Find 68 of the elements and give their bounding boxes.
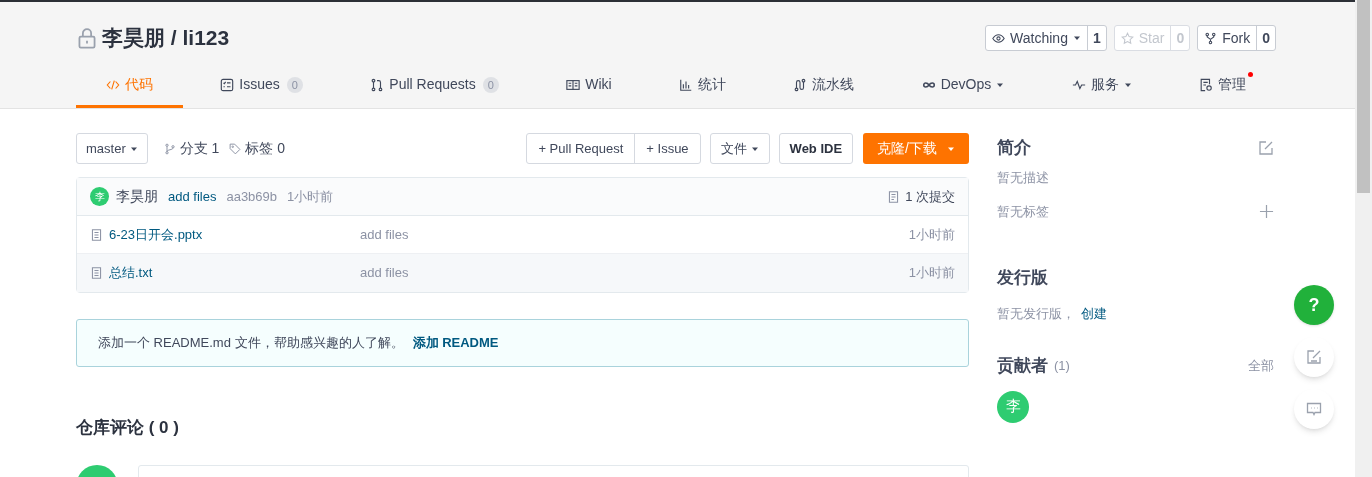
file-dropdown[interactable]: 文件 — [709, 133, 770, 164]
add-tag-button[interactable] — [1259, 203, 1274, 219]
commit-time: 1小时前 — [287, 187, 334, 206]
author-name[interactable]: 李昊朋 — [116, 186, 158, 207]
plus-icon — [1259, 203, 1274, 219]
commit-message-link[interactable]: add files — [168, 186, 217, 207]
create-link[interactable]: 创建 — [1081, 303, 1107, 323]
watch-button[interactable]: Watching — [986, 26, 1087, 50]
book-icon — [566, 77, 581, 92]
eye-icon — [992, 31, 1006, 45]
chat-button[interactable] — [1294, 389, 1334, 429]
file-icon — [90, 227, 103, 242]
file-name-link[interactable]: 总结.txt — [109, 263, 360, 283]
edit-button[interactable] — [1258, 140, 1274, 156]
document-gear-icon — [1199, 77, 1213, 92]
count-label: 0 — [1256, 26, 1275, 50]
section-title: 发行版 — [997, 267, 1049, 289]
notice-text: 添加一个 README.md 文件，帮助感兴趣的人了解。 — [98, 334, 404, 353]
section-title: 简介 — [997, 137, 1031, 160]
file-time: 1小时前 — [908, 225, 955, 244]
pulse-icon — [1071, 77, 1086, 92]
commits-link[interactable]: 1 次提交 — [887, 186, 955, 207]
pull-request-icon — [370, 77, 385, 92]
pipeline-icon — [793, 77, 808, 92]
toolbar-button[interactable]: + Pull Request — [527, 134, 635, 163]
contributors-count: (1) — [1054, 357, 1070, 375]
file-icon — [90, 266, 103, 280]
nav-tab[interactable]: Wiki — [536, 64, 642, 108]
comments-title: 仓库评论 ( 0 ) — [76, 417, 180, 439]
user-avatar: 李 — [90, 187, 109, 206]
document-icon — [887, 189, 901, 204]
web-ide-button[interactable]: Web IDE — [778, 133, 854, 164]
description-text: 暂无描述 — [997, 169, 1050, 187]
count-badge: 0 — [482, 76, 499, 93]
scrollbar[interactable] — [1355, 0, 1372, 477]
section-title: 贡献者 — [997, 355, 1048, 377]
nav-tab[interactable]: Issues 0 — [190, 64, 333, 108]
repo-title[interactable]: 李昊朋 / li123 — [102, 22, 230, 54]
fork-button[interactable]: Fork — [1198, 26, 1257, 50]
edit-icon — [1306, 349, 1322, 365]
branch-icon — [163, 142, 176, 155]
checklist-icon — [220, 77, 235, 92]
file-name-link[interactable]: 6-23日开会.pptx — [109, 224, 360, 245]
count-badge: 0 — [286, 76, 303, 93]
no-release-text: 暂无发行版， — [997, 304, 1075, 323]
count-label: 0 — [1170, 26, 1190, 50]
edit-icon — [1258, 140, 1274, 156]
star-icon — [1120, 31, 1134, 45]
toolbar-button[interactable]: + Issue — [634, 134, 700, 163]
nav-tab[interactable]: DevOps — [891, 64, 1035, 108]
branches-link[interactable]: 分支 1 — [163, 138, 220, 159]
nav-tab[interactable]: 统计 — [649, 64, 756, 108]
count-label: 1 — [1086, 26, 1106, 50]
tags-text: 暂无标签 — [997, 202, 1049, 221]
nav-tab[interactable]: 服务 — [1041, 64, 1162, 108]
nav-tab[interactable]: Pull Requests 0 — [340, 64, 529, 108]
bar-chart-icon — [679, 77, 693, 92]
nav-tab[interactable]: 流水线 — [763, 64, 885, 108]
file-time: 1小时前 — [908, 264, 955, 283]
add-readme-link[interactable]: 添加 README — [412, 333, 499, 353]
chat-icon — [1306, 401, 1322, 417]
nav-tab[interactable]: 管理 — [1169, 64, 1276, 108]
feedback-button[interactable] — [1294, 337, 1334, 377]
tag-icon — [229, 142, 242, 155]
branch-dropdown[interactable]: master — [76, 133, 148, 164]
scrollbar-thumb[interactable] — [1357, 0, 1370, 193]
fork-icon — [1204, 31, 1218, 45]
tags-link[interactable]: 标签 0 — [229, 138, 286, 159]
